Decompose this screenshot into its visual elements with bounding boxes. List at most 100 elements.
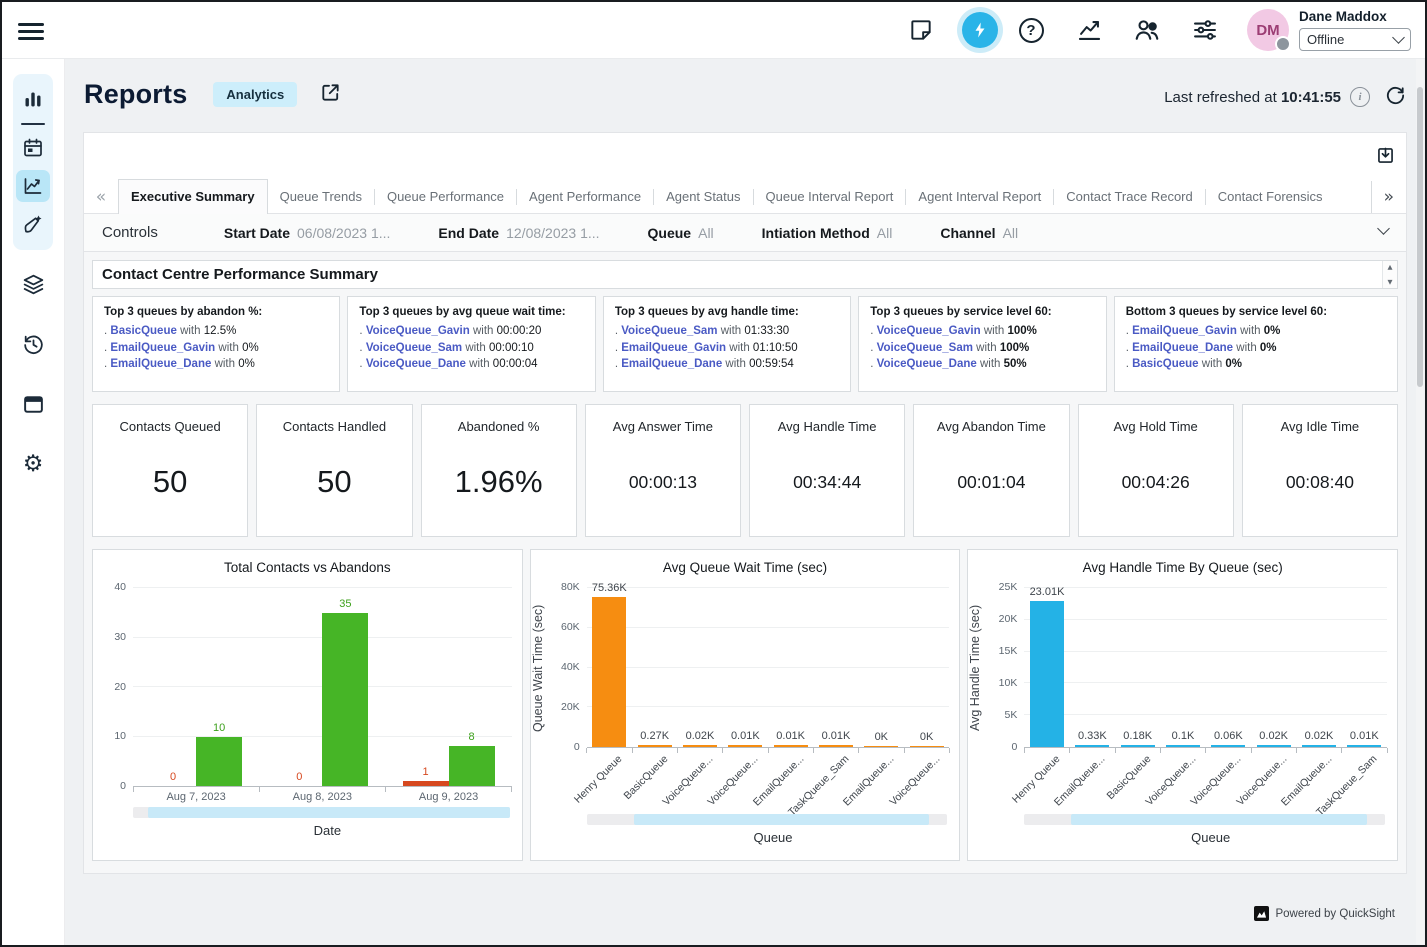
page-scrollbar-thumb[interactable] [1417,87,1423,387]
queue-link[interactable]: VoiceQueue_Gavin [877,325,981,337]
kpi-card-avg-hold-time: Avg Hold Time00:04:26 [1078,404,1234,537]
queue-link[interactable]: EmailQueue_Dane [110,358,211,370]
filter-start-date[interactable]: Start Date06/08/2023 1... [224,225,391,241]
queue-link[interactable]: VoiceQueue_Sam [877,342,973,354]
bar [1075,745,1109,747]
chart-h-scrollbar[interactable] [587,814,948,825]
bar [728,745,762,747]
tab-agent-performance[interactable]: Agent Performance [517,181,653,213]
sidebar-item-calendar[interactable] [16,132,50,164]
bar-value-label: 23.01K [1030,586,1065,598]
quick-actions-icon[interactable] [957,7,1003,53]
page-scrollbar[interactable] [1416,59,1424,944]
scroll-down-icon[interactable]: ▼ [1388,279,1393,285]
queue-link[interactable]: VoiceQueue_Dane [877,358,977,370]
queue-link[interactable]: VoiceQueue_Gavin [366,325,470,337]
help-icon[interactable]: ? [1017,16,1045,44]
y-tick-label: 40K [561,661,580,673]
sidebar-item-design-brush[interactable] [16,208,50,240]
hamburger-menu-icon[interactable] [18,19,44,41]
queue-link[interactable]: EmailQueue_Gavin [621,342,726,354]
filter-end-date[interactable]: End Date12/08/2023 1... [438,225,599,241]
chart-h-scrollbar[interactable] [1024,814,1385,825]
chart-avg-queue-wait-time-sec: Avg Queue Wait Time (sec)Queue Wait Time… [530,549,961,861]
chart-avg-handle-time-by-queue-sec: Avg Handle Time By Queue (sec) Avg Handle… [967,549,1398,861]
filter-intiation-method[interactable]: Intiation MethodAll [762,225,893,241]
summary-value: 0% [238,358,255,370]
kpi-label: Contacts Queued [120,419,221,434]
kpi-label: Contacts Handled [283,419,386,434]
filter-queue[interactable]: QueueAll [648,225,714,241]
kpi-label: Avg Idle Time [1281,419,1360,434]
chart-y-axis-title: Avg Handle Time (sec) [968,588,988,748]
connector: with [466,358,493,370]
x-tick-label: Aug 7, 2023 [133,791,259,803]
powered-by-quicksight[interactable]: Powered by QuickSight [1254,906,1395,921]
queue-link[interactable]: EmailQueue_Dane [1132,342,1233,354]
tab-contact-trace-record[interactable]: Contact Trace Record [1054,181,1204,213]
queue-link[interactable]: VoiceQueue_Dane [366,358,466,370]
panel-toolbar [84,133,1406,180]
filter-channel[interactable]: ChannelAll [940,225,1018,241]
users-icon[interactable] [1133,16,1161,44]
chart-h-scrollbar-thumb[interactable] [148,807,510,818]
sidebar-item-metrics[interactable] [16,84,50,116]
avatar[interactable]: DM [1247,9,1289,51]
bar-group-taskqueue-sam: 0.01K [1342,588,1387,747]
chart-x-axis-title: Date [93,823,522,838]
kpi-card-contacts-handled: Contacts Handled50 [256,404,412,537]
tab-queue-performance[interactable]: Queue Performance [375,181,516,213]
scroll-up-icon[interactable]: ▲ [1388,264,1393,270]
tabs-scroll-right-icon[interactable]: » [1371,181,1406,213]
chart-h-scrollbar-thumb[interactable] [634,814,930,825]
sidebar-item-history[interactable] [16,328,50,360]
info-icon[interactable]: i [1350,87,1370,107]
y-tick-label: 5K [1005,709,1018,721]
download-icon[interactable] [1375,145,1396,171]
metrics-chart-icon[interactable] [1075,16,1103,44]
controls-collapse-icon[interactable] [1379,228,1388,233]
queue-link[interactable]: EmailQueue_Gavin [110,342,215,354]
chart-h-scrollbar-thumb[interactable] [1071,814,1367,825]
summary-value: 50% [1004,358,1027,370]
external-link-icon[interactable] [319,81,342,109]
bar-value-label: 0K [875,731,888,743]
status-select[interactable]: Offline [1299,28,1411,51]
queue-link[interactable]: EmailQueue_Dane [621,358,722,370]
refresh-icon[interactable] [1384,83,1407,111]
settings-sliders-icon[interactable] [1191,16,1219,44]
queue-link[interactable]: BasicQueue [1132,358,1198,370]
tab-agent-status[interactable]: Agent Status [654,181,752,213]
tab-queue-interval-report[interactable]: Queue Interval Report [754,181,906,213]
chart-title: Avg Handle Time By Queue (sec) [968,560,1397,578]
kpi-label: Avg Answer Time [613,419,713,434]
kpi-value: 1.96% [455,464,543,500]
connector: with [977,358,1004,370]
tab-queue-trends[interactable]: Queue Trends [268,181,374,213]
tabs-scroll-left-icon[interactable]: « [84,187,118,207]
chart-h-scrollbar[interactable] [133,807,510,818]
sidebar-item-reports[interactable] [16,170,50,202]
bar [1211,745,1245,747]
tab-executive-summary[interactable]: Executive Summary [118,179,268,214]
queue-link[interactable]: EmailQueue_Gavin [1132,325,1237,337]
bar [449,746,495,786]
queue-link[interactable]: VoiceQueue_Sam [366,342,462,354]
summary-card-title: Top 3 queues by avg queue wait time: [359,306,583,318]
gear-icon[interactable]: ⚙ [16,448,50,480]
user-name: Dane Maddox [1299,9,1411,24]
y-tick-label: 80K [561,581,580,593]
summary-item: VoiceQueue_Sam with 100% [870,340,1094,357]
note-icon[interactable] [907,16,935,44]
queue-link[interactable]: VoiceQueue_Sam [621,325,717,337]
chart-plot-area: 01003518 [133,588,512,787]
bar [910,746,944,748]
tab-agent-interval-report[interactable]: Agent Interval Report [906,181,1053,213]
sidebar-item-window[interactable] [16,388,50,420]
bar-value-label: 8 [468,731,474,743]
summary-scrollbar[interactable]: ▲ ▼ [1382,261,1397,288]
sidebar-item-layers[interactable] [16,268,50,300]
kpi-value: 00:34:44 [793,472,861,493]
tab-contact-forensics[interactable]: Contact Forensics [1206,181,1335,213]
queue-link[interactable]: BasicQueue [110,325,176,337]
